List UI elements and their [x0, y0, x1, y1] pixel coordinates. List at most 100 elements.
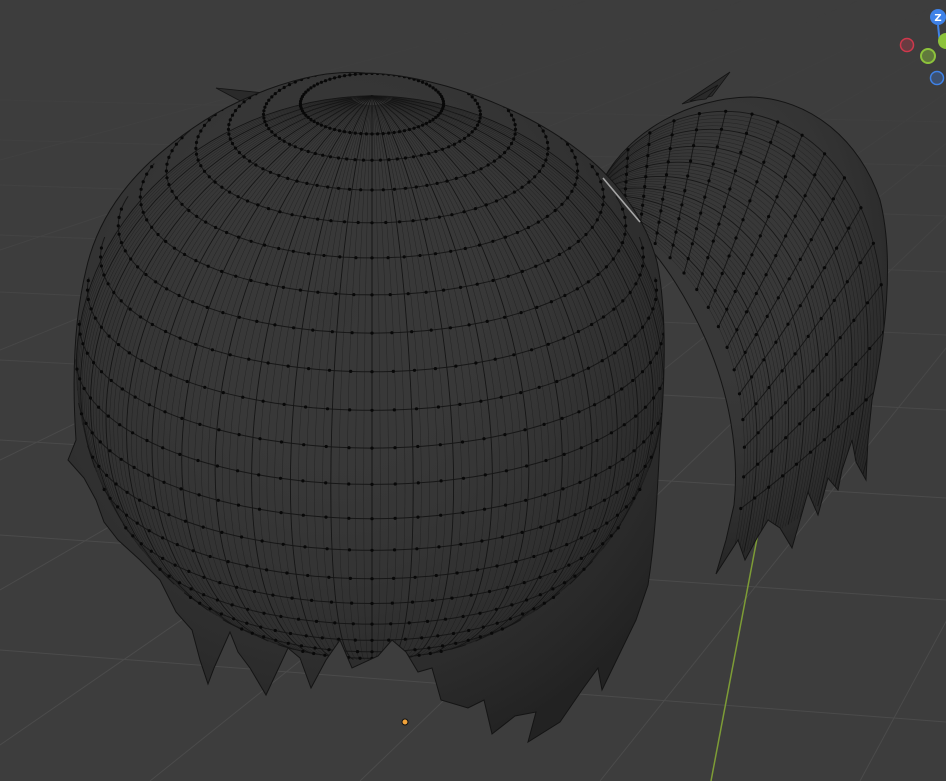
mesh-vertex	[545, 140, 550, 145]
mesh-vertex	[428, 84, 432, 88]
mesh-vertex	[416, 125, 421, 129]
mesh-vertex	[608, 465, 612, 469]
mesh-vertex	[515, 230, 520, 235]
mesh-vertex	[775, 195, 779, 199]
mesh-vertex	[822, 266, 827, 270]
mesh-vertex	[242, 155, 246, 159]
mesh-vertex	[325, 547, 329, 551]
mesh-vertex	[694, 227, 699, 231]
mesh-vertex	[407, 621, 411, 625]
mesh-vertex	[505, 585, 509, 589]
mesh-vertex	[281, 285, 285, 289]
mesh-vertex	[431, 86, 435, 90]
mesh-vertex	[248, 159, 252, 163]
mesh-vertex	[503, 433, 507, 437]
mesh-vertex	[99, 255, 103, 259]
mesh-vertex	[328, 126, 332, 130]
mesh-vertex	[526, 225, 531, 230]
mesh-vertex	[527, 180, 531, 184]
mesh-vertex	[434, 88, 438, 92]
mesh-vertex	[84, 421, 88, 425]
mesh-vertex	[858, 261, 863, 265]
mesh-vertex	[196, 158, 200, 162]
mesh-vertex	[140, 359, 144, 363]
mesh-vertex	[774, 254, 778, 258]
mesh-vertex	[754, 402, 758, 406]
mesh-vertex	[655, 231, 659, 235]
mesh-vertex	[584, 232, 588, 237]
mesh-vertex	[163, 410, 167, 414]
mesh-vertex	[485, 319, 489, 323]
mesh-vertex	[277, 173, 281, 178]
mesh-vertex	[430, 598, 434, 603]
mesh-vertex	[387, 638, 391, 642]
mesh-vertex	[397, 130, 401, 134]
3d-viewport[interactable]: Z	[0, 0, 946, 781]
mesh-vertex	[215, 598, 220, 602]
gizmo-negative-y-handle[interactable]	[920, 48, 936, 64]
mesh-vertex	[845, 280, 849, 284]
mesh-vertex	[347, 482, 351, 486]
mesh-vertex	[460, 440, 465, 444]
mesh-vertex	[279, 440, 284, 444]
mesh-vertex	[767, 385, 771, 390]
mesh-vertex	[424, 290, 428, 294]
mesh-vertex	[112, 290, 116, 295]
mesh-vertex	[202, 123, 207, 127]
mesh-vertex	[370, 622, 374, 626]
mesh-vertex	[776, 120, 780, 124]
mesh-vertex	[703, 195, 707, 199]
mesh-vertex	[632, 496, 636, 500]
mesh-vertex	[236, 503, 241, 507]
mesh-vertex	[643, 185, 647, 189]
mesh-vertex	[429, 328, 433, 332]
mesh-vertex	[349, 369, 353, 373]
mesh-vertex	[237, 433, 241, 437]
mesh-vertex	[475, 102, 480, 106]
mesh-vertex	[459, 542, 463, 546]
mesh-vertex	[262, 109, 266, 113]
mesh-vertex	[99, 370, 104, 374]
mesh-vertex	[403, 186, 408, 190]
mesh-vertex	[439, 649, 443, 654]
mesh-vertex	[167, 513, 171, 517]
mesh-vertex	[767, 215, 771, 219]
mesh-vertex	[370, 408, 374, 412]
mesh-vertex	[316, 217, 320, 221]
mesh-vertex	[198, 422, 202, 426]
mesh-vertex	[301, 479, 305, 483]
gizmo-negative-z-handle[interactable]	[929, 70, 945, 86]
mesh-vertex	[264, 102, 269, 106]
mesh-vertex	[419, 153, 423, 157]
mesh-vertex	[268, 170, 273, 174]
mesh-vertex	[198, 601, 202, 605]
gizmo-negative-x-handle[interactable]	[899, 37, 915, 53]
mesh-vertex	[254, 163, 258, 167]
mesh-vertex	[682, 271, 686, 275]
mesh-vertex	[836, 425, 840, 429]
mesh-vertex	[499, 395, 503, 399]
mesh-vertex	[194, 146, 198, 150]
mesh-vertex	[512, 353, 516, 357]
mesh-vertex	[599, 180, 603, 184]
mesh-vertex	[327, 648, 331, 652]
mesh-vertex	[119, 299, 123, 303]
mesh-vertex	[573, 183, 577, 187]
mesh-vertex	[835, 246, 839, 250]
mesh-vertex	[451, 631, 456, 636]
mesh-vertex	[315, 121, 320, 125]
mesh-vertex	[291, 249, 295, 253]
viewport-canvas[interactable]: Z	[0, 0, 946, 781]
mesh-vertex	[473, 127, 477, 131]
mesh-vertex	[865, 301, 870, 305]
mesh-vertex	[770, 416, 774, 420]
mesh-vertex	[512, 118, 516, 122]
mesh-vertex	[421, 80, 425, 84]
mesh-vertex	[351, 622, 355, 626]
mesh-vertex	[562, 581, 567, 585]
mesh-vertex	[262, 635, 266, 639]
mesh-vertex	[416, 444, 420, 449]
mesh-vertex	[378, 158, 383, 162]
mesh-vertex	[138, 498, 142, 502]
mesh-vertex	[139, 187, 143, 191]
